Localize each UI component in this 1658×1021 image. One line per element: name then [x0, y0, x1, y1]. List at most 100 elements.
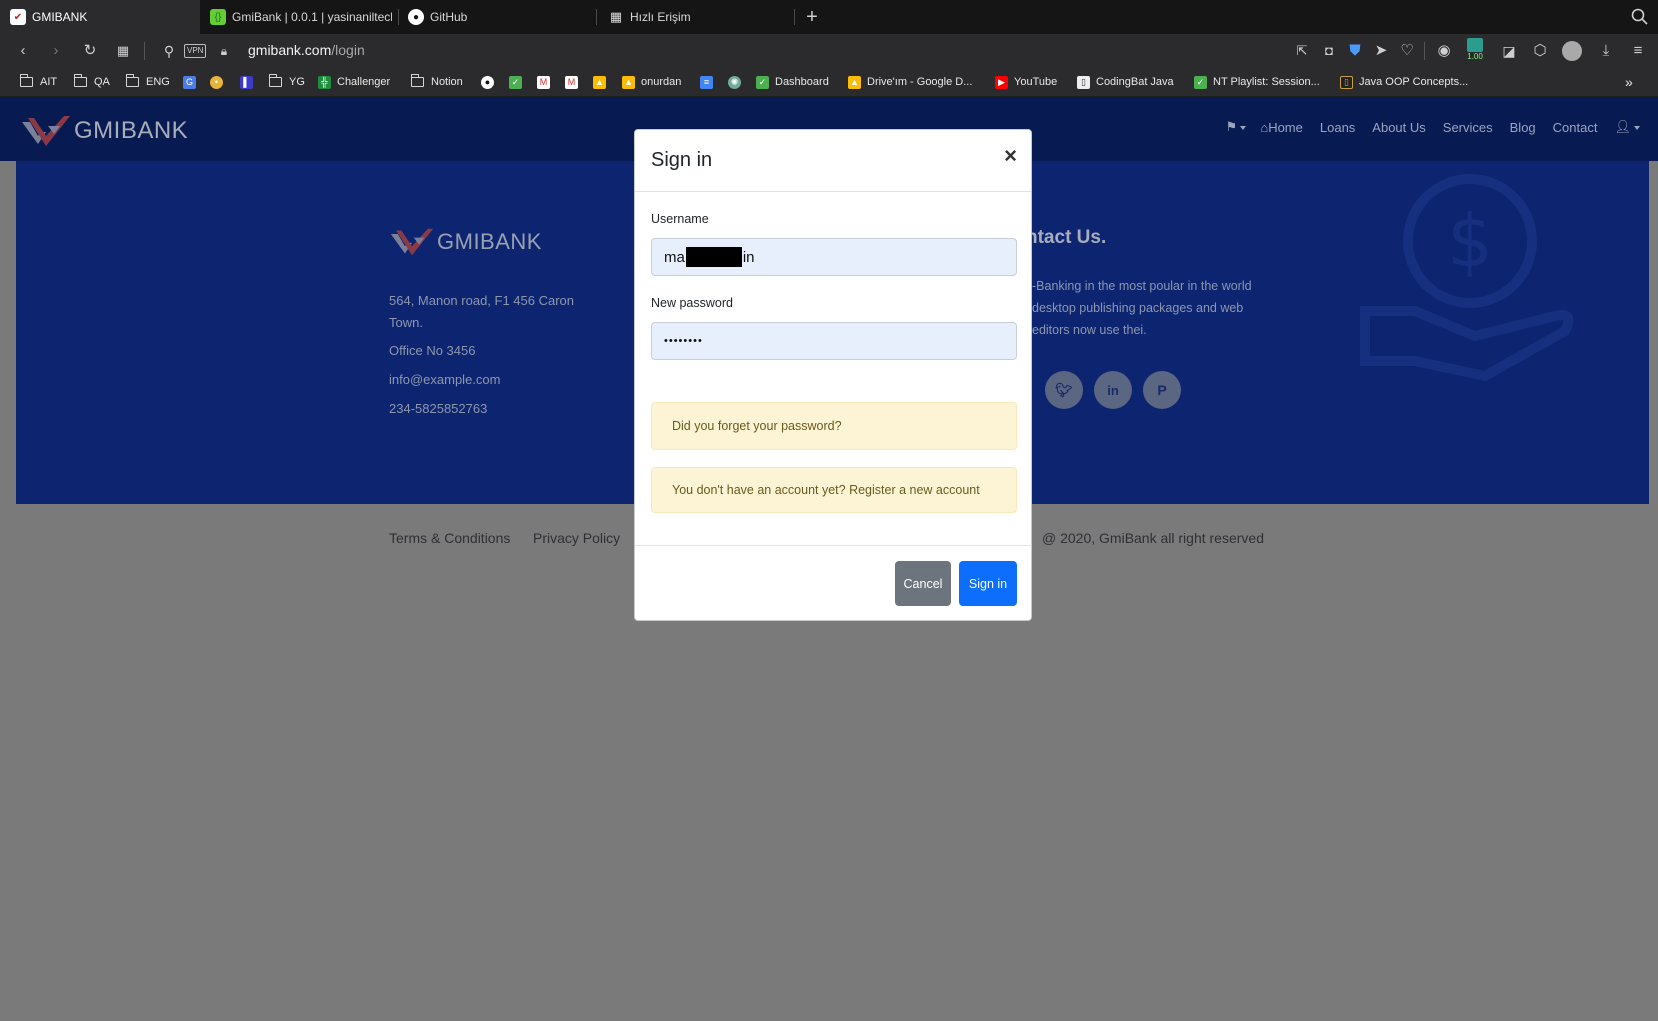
lock-icon[interactable]: 🔒︎ [213, 40, 235, 62]
notes-extension-icon[interactable]: ◪ [1498, 40, 1520, 62]
gmibank-logo-icon [390, 228, 434, 256]
bookmark-challenger[interactable]: ╬ Challenger [318, 74, 390, 90]
camera-icon[interactable]: ◘ [1318, 40, 1340, 62]
profile-avatar-icon[interactable] [1562, 41, 1582, 61]
password-label: New password [651, 296, 733, 310]
account-user-icon[interactable]: 👤︎ [1614, 119, 1640, 135]
bookmark-folder-yg[interactable]: YG [269, 74, 305, 90]
gmail-icon: M [565, 75, 578, 89]
sign-in-button[interactable]: Sign in [959, 561, 1017, 606]
app-icon: ▌ [240, 75, 253, 89]
vpn-badge[interactable]: VPN [184, 44, 207, 58]
nav-links: ⚑ ⌂Home Loans About Us Services Blog Con… [1209, 119, 1640, 135]
address-bar[interactable]: gmibank.com/login [248, 42, 365, 58]
forgot-password-alert[interactable]: Did you forget your password? [651, 402, 1017, 450]
menu-icon[interactable]: ≡ [1627, 40, 1649, 62]
bookmark-folder-ait[interactable]: AIT [20, 74, 57, 90]
bookmark-github[interactable]: ● [481, 74, 500, 90]
key-icon[interactable]: ⚲ [158, 40, 180, 62]
redaction-box [685, 247, 742, 267]
footer-email[interactable]: info@example.com [389, 369, 500, 391]
extension-badge-icon[interactable]: 1.00 [1465, 38, 1485, 64]
send-icon[interactable]: ➤ [1370, 40, 1392, 62]
bookmark-folder-eng[interactable]: ENG [126, 74, 170, 90]
bookmark-dashboard[interactable]: ✓ Dashboard [756, 74, 829, 90]
bookmark-folder-qa[interactable]: QA [74, 74, 110, 90]
bookmark-youtube[interactable]: ▶ YouTube [995, 74, 1057, 90]
tab-github[interactable]: ● GitHub [400, 0, 590, 34]
forgot-password-link[interactable]: Did you forget your password? [672, 419, 842, 433]
tab-gmibank[interactable]: ✔ GMIBANK [0, 0, 200, 34]
bookmark-google-drive[interactable]: ▲ Drive'ım - Google D... [848, 74, 972, 90]
twitter-icon[interactable]: 🐦︎ [1045, 371, 1083, 409]
github-icon: ● [481, 75, 494, 89]
new-tab-plus-icon[interactable]: + [800, 5, 824, 29]
heart-icon[interactable]: ♡ [1396, 40, 1418, 62]
folder-icon [74, 74, 87, 87]
bookmark-java-oop[interactable]: ▯ Java OOP Concepts... [1340, 74, 1468, 90]
footer-logo: GMIBANK [389, 227, 542, 257]
tab-swagger[interactable]: {} GmiBank | 0.0.1 | yasinaniltechp [200, 0, 392, 34]
bookmark-people[interactable]: • [210, 74, 229, 90]
bookmark-openai[interactable]: ✺ [728, 74, 747, 90]
bookmark-check[interactable]: ✓ [509, 74, 528, 90]
bookmark-translate[interactable]: G [183, 74, 202, 90]
forward-icon[interactable]: › [45, 40, 67, 62]
register-link[interactable]: You don't have an account yet? Register … [672, 483, 980, 497]
swagger-favicon-icon: {} [210, 9, 226, 25]
tabs-grid-icon[interactable]: ▦ [112, 40, 134, 62]
gmail-icon: M [537, 75, 550, 89]
nav-services[interactable]: Services [1443, 120, 1493, 135]
nav-loans[interactable]: Loans [1320, 120, 1355, 135]
bookmark-codingbat[interactable]: ▯ CodingBat Java [1077, 74, 1174, 90]
tab-bar: ✔ GMIBANK {} GmiBank | 0.0.1 | yasinanil… [0, 0, 1658, 34]
bookmark-docs[interactable]: ≡ [700, 74, 719, 90]
nav-about-us[interactable]: About Us [1372, 120, 1425, 135]
pinterest-icon[interactable]: P [1143, 371, 1181, 409]
bookmark-nt-playlist[interactable]: ✓ NT Playlist: Session... [1194, 74, 1320, 90]
contact-line3: editors now use thei. [1032, 323, 1147, 337]
nav-blog[interactable]: Blog [1510, 120, 1536, 135]
copyright-text: @ 2020, GmiBank all right reserved [1042, 530, 1264, 546]
footer-phone: 234-5825852763 [389, 401, 488, 416]
linkedin-icon[interactable]: in [1094, 371, 1132, 409]
password-field[interactable]: •••••••• [651, 322, 1017, 360]
bookmark-app[interactable]: ▌ [240, 74, 259, 90]
extension-circle-icon[interactable]: ◉ [1433, 40, 1455, 62]
tab-quick-access[interactable]: ▦ Hızlı Erişim [598, 0, 788, 34]
close-icon[interactable]: × [1004, 145, 1017, 167]
share-icon[interactable]: ⇱ [1291, 40, 1313, 62]
page-icon: ▯ [1077, 75, 1090, 89]
reload-icon[interactable]: ↻ [79, 40, 101, 62]
bookmark-gmail-2[interactable]: M [565, 74, 584, 90]
folder-icon [126, 74, 139, 87]
bookmark-onurdan[interactable]: ▲ onurdan [622, 74, 681, 90]
footer-office: Office No 3456 [389, 343, 476, 358]
nav-home[interactable]: ⌂Home [1260, 120, 1303, 135]
url-path: /login [331, 42, 365, 58]
privacy-link[interactable]: Privacy Policy [533, 530, 620, 546]
language-flag-icon[interactable]: ⚑ [1226, 119, 1247, 135]
site-logo[interactable]: GMIBANK [20, 114, 188, 148]
box-icon[interactable]: ⬡ [1529, 40, 1551, 62]
register-alert[interactable]: You don't have an account yet? Register … [651, 467, 1017, 513]
people-icon: • [210, 75, 223, 89]
back-icon[interactable]: ‹ [12, 40, 34, 62]
bookmark-label: ENG [146, 76, 170, 88]
shield-extension-icon[interactable]: ⛊ [1344, 40, 1366, 62]
bookmark-gmail[interactable]: M [537, 74, 556, 90]
nav-home-label: Home [1268, 119, 1303, 135]
username-field[interactable]: ma in [651, 238, 1017, 276]
tab-search-icon[interactable] [1630, 7, 1650, 27]
download-icon[interactable]: ⤓ [1595, 40, 1617, 62]
drive-icon: ▲ [593, 75, 606, 89]
bookmarks-overflow-icon[interactable]: » [1625, 74, 1633, 90]
cancel-button[interactable]: Cancel [895, 561, 951, 606]
youtube-icon: ▶ [995, 75, 1008, 89]
bookmark-drive[interactable]: ▲ [593, 74, 612, 90]
check-icon: ✓ [756, 75, 769, 89]
terms-link[interactable]: Terms & Conditions [389, 530, 510, 546]
bookmark-folder-notion[interactable]: Notion [411, 74, 463, 90]
page-viewport: GMIBANK ⚑ ⌂Home Loans About Us Services … [0, 97, 1658, 1021]
nav-contact[interactable]: Contact [1553, 120, 1598, 135]
